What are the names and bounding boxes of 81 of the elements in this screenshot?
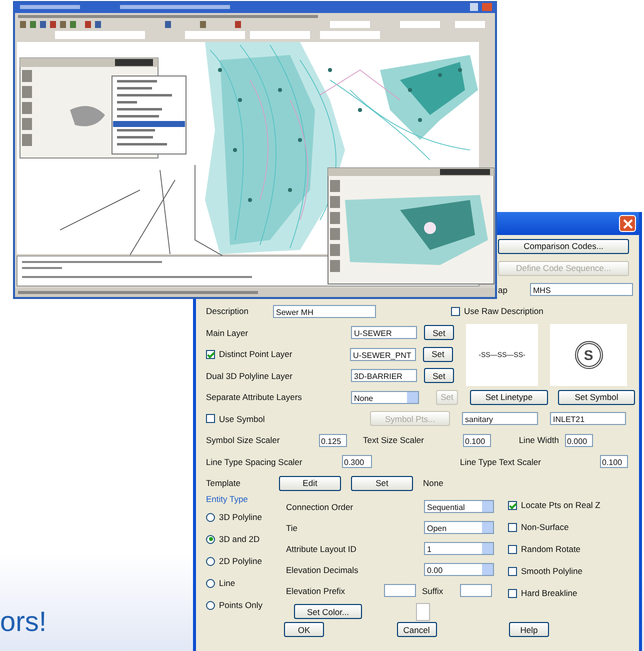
checkbox-label: Use Raw Description [464,306,544,316]
field-label: Connection Order [286,502,354,512]
checkbox[interactable] [508,544,517,554]
radio-button[interactable] [206,556,215,566]
field-label: Template [206,478,242,488]
layer-field[interactable]: U-SEWER [351,326,417,340]
checkbox[interactable] [508,522,517,532]
scaler-field[interactable]: 0.100 [600,455,628,468]
suffix-field[interactable] [460,584,492,597]
set-button[interactable]: Set [424,325,454,340]
scaler-field[interactable]: 0.125 [319,434,347,447]
radio-button[interactable] [206,600,215,610]
tagline-text: ors! [0,608,47,636]
checkbox-label: Hard Breakline [521,588,578,598]
field-label: Description [206,306,250,316]
checkbox-label: Smooth Polyline [521,566,582,576]
field-label: Text Size Scaler [363,435,425,446]
set-button[interactable]: Set [424,368,454,384]
symbol-mark: S [574,341,602,369]
checkbox-label: Non-Surface [521,522,569,532]
template-button[interactable]: Edit [279,476,341,491]
radio-button[interactable] [206,578,215,588]
field-label: Main Layer [206,328,250,338]
field-label: Distinct Point Layer [219,349,294,360]
checkbox-label: Random Rotate [521,544,581,554]
scaler-field[interactable]: 0.100 [463,434,491,447]
field-label: Elevation Decimals [286,564,360,574]
field-label: Dual 3D Polyline Layer [206,370,294,381]
dropdown[interactable]: 0.00 [424,563,494,576]
radio-label: 3D and 2D [219,534,260,544]
checkbox[interactable] [451,306,460,316]
radio-label: 3D Polyline [219,512,262,522]
checkbox[interactable] [508,500,517,510]
dropdown[interactable]: Sequential [424,500,494,513]
field-label: Elevation Prefix [286,586,346,596]
field-label: Separate Attribute Layers [206,392,303,402]
checkbox[interactable] [206,350,215,359]
dropdown[interactable]: 1 [424,542,494,555]
radio-label: 2D Polyline [219,556,262,566]
layer-field[interactable]: 3D-BARRIER [351,369,417,382]
field-label: Line Type Spacing Scaler [206,456,304,467]
field-label: Line Type Text Scaler [460,456,542,467]
dropdown[interactable]: None [351,390,419,404]
layer-field[interactable]: U-SEWER_PNT [350,348,416,361]
radio-button[interactable] [206,534,215,544]
line-width-field[interactable]: 0.000 [565,434,593,447]
set-linetype-button[interactable]: Set Linetype [470,390,548,405]
dropdown[interactable]: Open [424,521,494,534]
field-label: Attribute Layout ID [286,544,358,554]
field-label: Suffix [422,586,444,596]
checkbox-label: Use Symbol [219,414,266,424]
prefix-field[interactable] [384,584,416,597]
linetype-field[interactable]: sanitary [462,412,538,426]
scaler-field[interactable]: 0.300 [342,455,372,468]
code-field[interactable]: MHS [530,283,633,296]
dialog-button[interactable]: Help [509,622,549,637]
set-color-button[interactable]: Set Color... [294,604,362,619]
color-swatch [416,602,430,620]
set-button[interactable]: Set [423,346,453,362]
template-button[interactable]: Set [351,476,413,491]
description-field[interactable]: Sewer MH [273,304,376,318]
dialog-button[interactable]: Comparison Codes... [498,238,629,254]
symbol-field[interactable]: INLET21 [550,412,626,426]
checkbox[interactable] [206,414,215,424]
radio-button[interactable] [206,512,215,522]
radio-label: Points Only [219,600,262,610]
checkbox[interactable] [508,566,517,576]
group-title: Entity Type [206,494,249,506]
dialog-button[interactable]: OK [284,622,324,637]
set-symbol-button[interactable]: Set Symbol [558,390,635,405]
template-name: None [423,478,444,488]
dialog-button[interactable]: Cancel [396,622,436,637]
field-label: Line Width [518,435,559,446]
field-label: Tie [286,522,298,532]
checkbox-label: Locate Pts on Real Z [521,500,600,510]
radio-label: Line [219,578,236,588]
field-label: ap [498,284,508,295]
checkbox[interactable] [508,588,517,598]
field-label: Symbol Size Scaler [206,435,281,446]
close-icon [622,218,632,228]
close-button[interactable] [619,215,636,232]
